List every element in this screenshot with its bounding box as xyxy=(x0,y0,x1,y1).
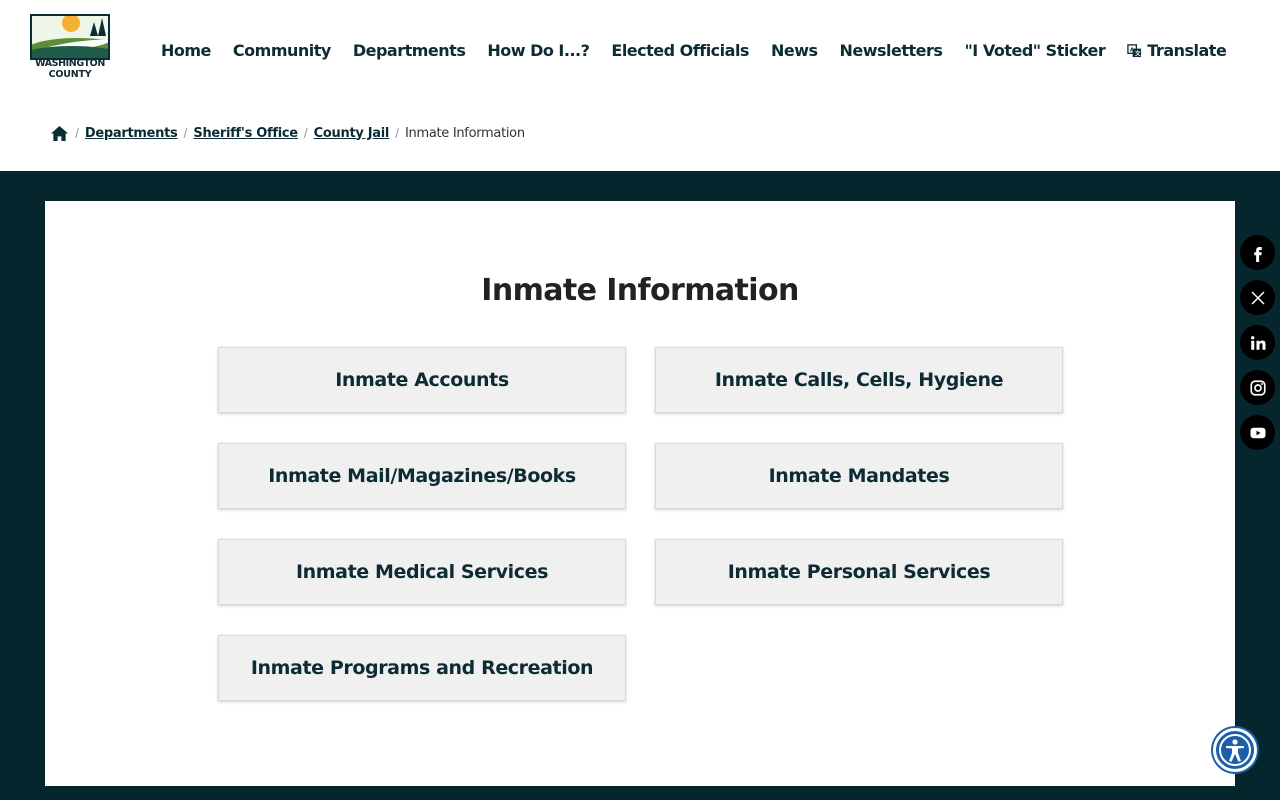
logo-text-county: COUNTY xyxy=(48,69,92,80)
nav-community[interactable]: Community xyxy=(233,41,331,60)
nav-translate[interactable]: A 文 Translate xyxy=(1127,40,1227,60)
logo-art xyxy=(30,14,110,60)
breadcrumb-link-departments[interactable]: Departments xyxy=(85,126,178,141)
page-title: Inmate Information xyxy=(481,273,799,308)
accessibility-button[interactable] xyxy=(1213,728,1257,772)
instagram-link[interactable] xyxy=(1240,370,1275,405)
linkedin-link[interactable] xyxy=(1240,325,1275,360)
tile-inmate-calls-cells-hygiene[interactable]: Inmate Calls, Cells, Hygiene xyxy=(655,347,1063,413)
facebook-link[interactable] xyxy=(1240,235,1275,270)
tile-inmate-programs-recreation[interactable]: Inmate Programs and Recreation xyxy=(218,635,626,701)
nav-departments[interactable]: Departments xyxy=(353,41,466,60)
youtube-icon xyxy=(1250,427,1265,438)
tile-inmate-mail[interactable]: Inmate Mail/Magazines/Books xyxy=(218,443,626,509)
linkedin-icon xyxy=(1250,335,1265,350)
home-icon[interactable] xyxy=(50,125,69,142)
nav-how-do-i[interactable]: How Do I...? xyxy=(487,41,590,60)
logo-text-washington: WASHINGTON xyxy=(35,58,105,69)
nav-elected-officials[interactable]: Elected Officials xyxy=(611,41,749,60)
tile-inmate-medical-services[interactable]: Inmate Medical Services xyxy=(218,539,626,605)
translate-icon: A 文 xyxy=(1127,43,1142,57)
tile-inmate-mandates[interactable]: Inmate Mandates xyxy=(655,443,1063,509)
x-link[interactable] xyxy=(1240,280,1275,315)
nav-newsletters[interactable]: Newsletters xyxy=(840,41,943,60)
youtube-link[interactable] xyxy=(1240,415,1275,450)
county-logo[interactable]: WASHINGTON COUNTY xyxy=(30,14,110,86)
tile-inmate-personal-services[interactable]: Inmate Personal Services xyxy=(655,539,1063,605)
tile-inmate-accounts[interactable]: Inmate Accounts xyxy=(218,347,626,413)
instagram-icon xyxy=(1249,379,1266,396)
nav-translate-label: Translate xyxy=(1147,40,1227,60)
breadcrumb-link-county-jail[interactable]: County Jail xyxy=(314,126,390,141)
breadcrumb-separator: / xyxy=(183,125,188,141)
nav-home[interactable]: Home xyxy=(161,41,211,60)
main-nav: Home Community Departments How Do I...? … xyxy=(161,38,1227,62)
breadcrumb-separator: / xyxy=(395,125,399,141)
breadcrumb-separator: / xyxy=(303,125,308,141)
nav-voted-sticker[interactable]: "I Voted" Sticker xyxy=(964,41,1105,60)
nav-news[interactable]: News xyxy=(771,41,818,60)
social-bar xyxy=(1240,235,1275,460)
breadcrumb-separator: / xyxy=(75,125,79,141)
breadcrumb: / Departments / Sheriff's Office / Count… xyxy=(50,122,525,144)
site-header: WASHINGTON COUNTY Home Community Departm… xyxy=(0,0,1280,100)
x-icon xyxy=(1250,290,1265,305)
breadcrumb-current: Inmate Information xyxy=(404,125,525,141)
content-band: Inmate Information Inmate Accounts Inmat… xyxy=(0,171,1280,800)
accessibility-icon xyxy=(1219,734,1251,766)
breadcrumb-link-sheriffs-office[interactable]: Sheriff's Office xyxy=(193,126,298,141)
content-card: Inmate Information Inmate Accounts Inmat… xyxy=(45,201,1235,786)
facebook-icon xyxy=(1253,246,1262,262)
svg-text:文: 文 xyxy=(1134,49,1141,57)
